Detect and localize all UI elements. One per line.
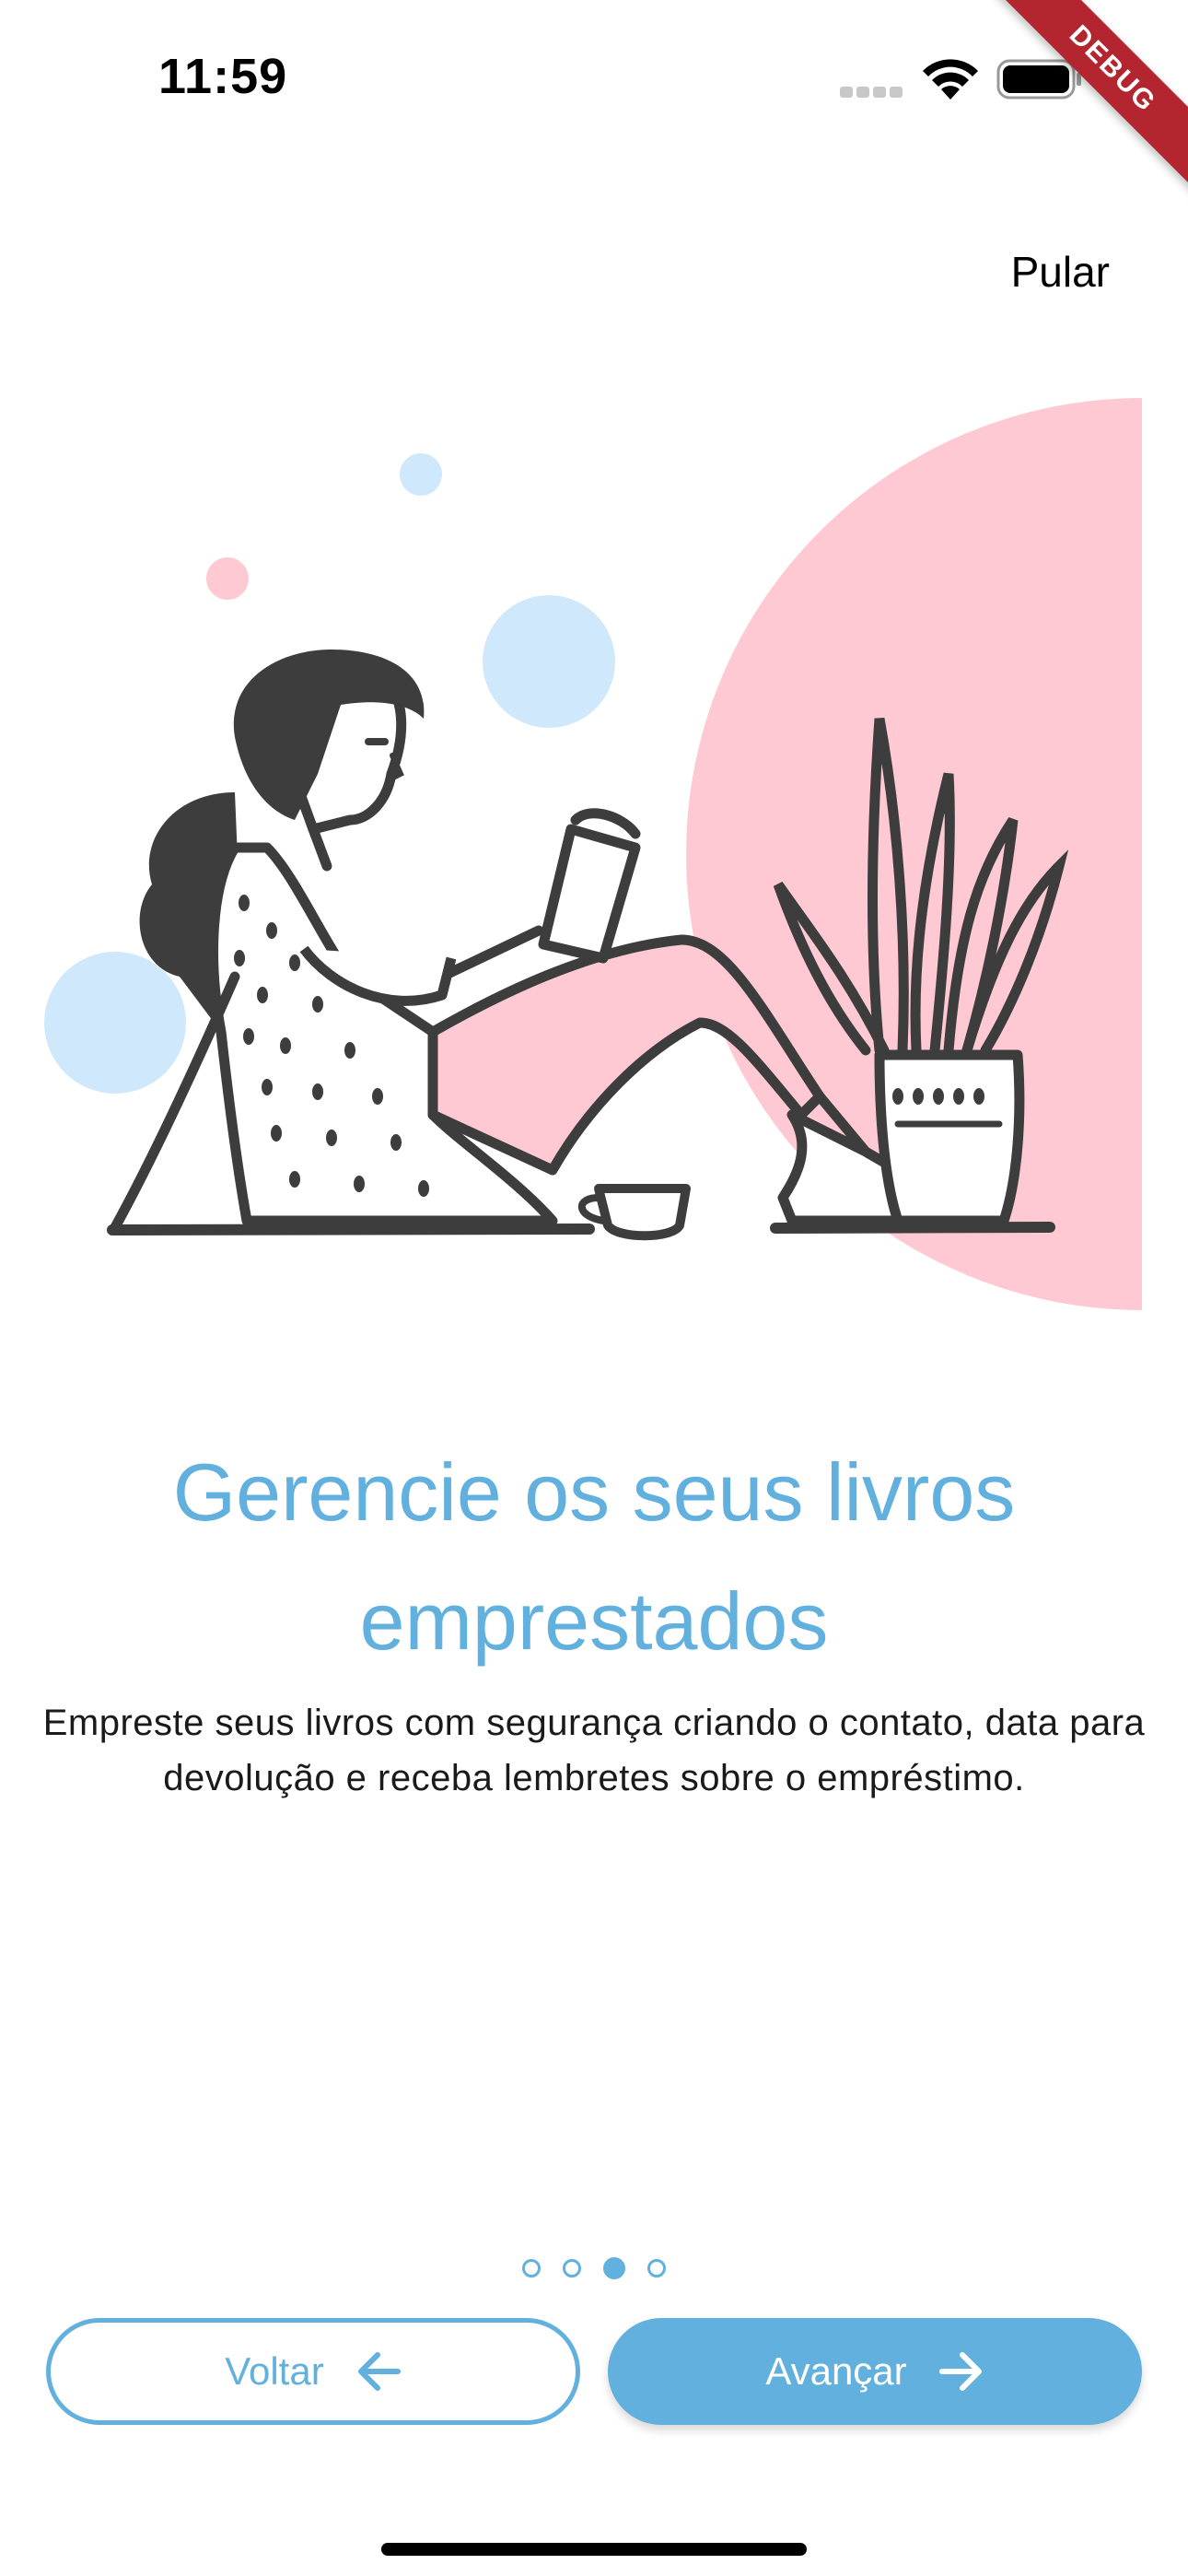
wifi-icon <box>923 59 978 100</box>
back-button[interactable]: Voltar <box>46 2318 580 2425</box>
status-bar: 11:59 <box>0 0 1188 157</box>
arrow-right-icon <box>938 2352 982 2391</box>
status-time: 11:59 <box>158 49 288 104</box>
skip-button[interactable]: Pular <box>1011 247 1110 297</box>
page-dot[interactable] <box>522 2259 541 2277</box>
back-button-label: Voltar <box>225 2349 324 2393</box>
signal-icon <box>840 87 903 98</box>
next-button-label: Avançar <box>765 2349 907 2393</box>
reading-woman-illustration <box>44 398 1142 1310</box>
next-button[interactable]: Avançar <box>608 2318 1142 2425</box>
page-dot[interactable] <box>647 2259 666 2277</box>
arrow-left-icon <box>357 2352 401 2391</box>
onboarding-title: Gerencie os seus livros emprestados <box>172 1446 1016 1667</box>
page-dot-active[interactable] <box>603 2257 625 2279</box>
page-dot[interactable] <box>563 2259 581 2277</box>
page-indicator <box>0 2257 1188 2279</box>
home-indicator[interactable] <box>381 2543 807 2556</box>
onboarding-description: Empreste seus livros com segurança crian… <box>42 1703 1146 1798</box>
